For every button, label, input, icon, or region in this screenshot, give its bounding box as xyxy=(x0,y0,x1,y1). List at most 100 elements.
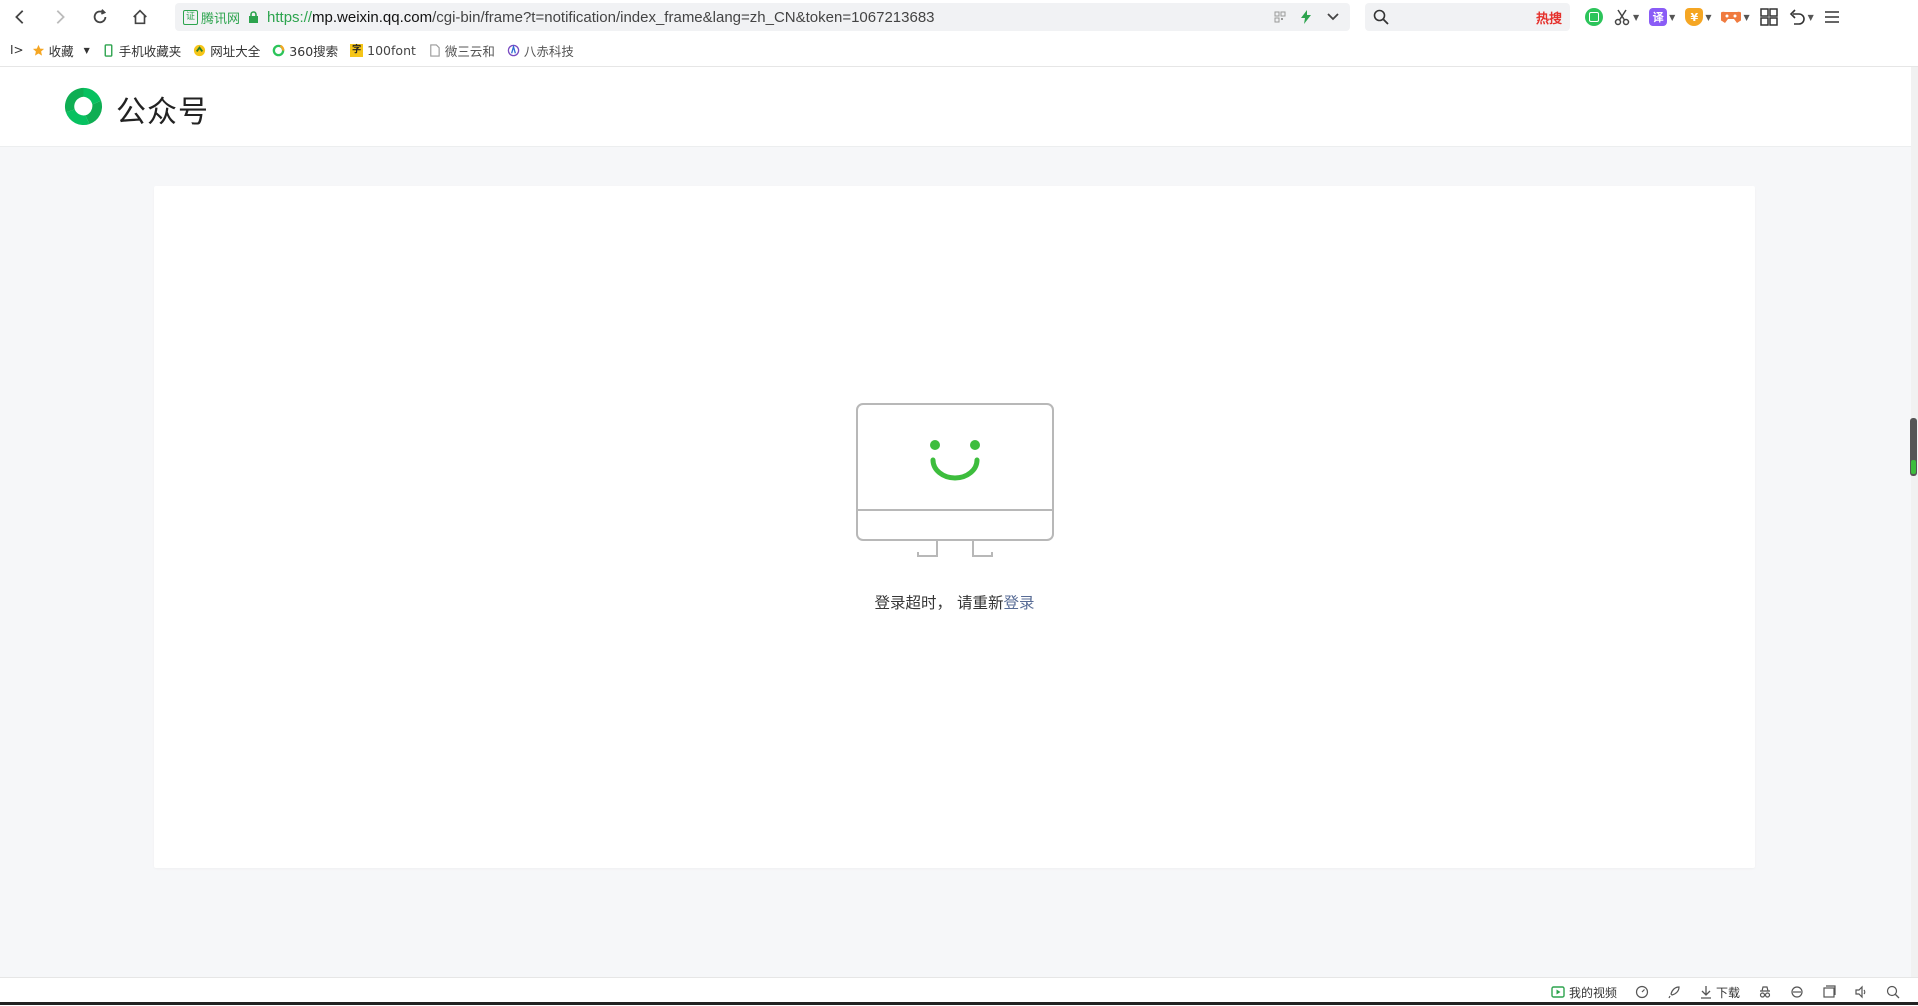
shield-icon: ¥ xyxy=(1685,8,1704,26)
undo-close-button[interactable]: ▼ xyxy=(1788,9,1814,25)
address-bar[interactable]: 证 腾讯网 https://mp.weixin.qq.com/cgi-bin/f… xyxy=(175,3,1350,31)
timeout-text: 登录超时， 请重新 xyxy=(874,594,1004,612)
download-button[interactable]: 下载 xyxy=(1699,984,1740,1001)
url-text: https://mp.weixin.qq.com/cgi-bin/frame?t… xyxy=(267,9,935,26)
back-arrow-icon xyxy=(15,10,24,24)
search-360-icon xyxy=(272,44,285,56)
speaker-icon xyxy=(1855,985,1866,999)
bookmarks-bar: I> 收藏 ▼ 手机收藏夹 网址大全 360搜索 字 100font 微三云和 … xyxy=(0,34,1918,67)
sites-icon xyxy=(194,44,206,56)
bookmark-100font[interactable]: 字 100font xyxy=(350,43,416,58)
ie-mode-button[interactable] xyxy=(1790,985,1804,999)
tech-icon xyxy=(507,43,520,56)
undo-icon xyxy=(1789,9,1805,25)
download-label: 下载 xyxy=(1715,985,1740,1000)
zoom-icon xyxy=(1886,985,1900,999)
bookmark-bachi-tech[interactable]: 八赤科技 xyxy=(507,41,574,60)
forward-button[interactable] xyxy=(40,0,80,34)
url-path: /cgi-bin/frame?t=notification/index_fram… xyxy=(432,8,935,26)
chevron-down-icon[interactable] xyxy=(1326,12,1340,22)
bookmark-label: 收藏 xyxy=(48,43,74,59)
hot-search-label[interactable]: 热搜 xyxy=(1536,8,1562,27)
lock-icon xyxy=(249,10,259,23)
bookmark-label: 网址大全 xyxy=(210,43,261,59)
game-controller-icon xyxy=(1721,11,1742,23)
incognito-button[interactable] xyxy=(1758,985,1772,999)
bookmark-weisanyun[interactable]: 微三云和 xyxy=(428,41,495,60)
chevron-down-icon: ▼ xyxy=(1633,12,1640,22)
chevron-down-icon: ▼ xyxy=(1669,12,1676,22)
notification-card: 登录超时， 请重新登录 xyxy=(154,186,1755,868)
chevron-down-icon: ▼ xyxy=(1705,12,1712,22)
lightning-icon[interactable] xyxy=(1300,10,1312,24)
font-icon: 字 xyxy=(350,43,364,57)
scrollbar-marker xyxy=(1911,460,1916,474)
speed-icon xyxy=(1635,985,1649,999)
download-icon xyxy=(1700,986,1711,999)
zoom-button[interactable] xyxy=(1886,985,1900,999)
certificate-label: 腾讯网 xyxy=(201,11,241,27)
my-videos-button[interactable]: 我的视频 xyxy=(1551,984,1617,1001)
window-button[interactable] xyxy=(1822,985,1836,999)
my-videos-label: 我的视频 xyxy=(1568,985,1617,1000)
chevron-down-icon: ▼ xyxy=(1807,12,1814,22)
bookmark-favorites[interactable]: 收藏 ▼ xyxy=(32,41,90,60)
brand-title: 公众号 xyxy=(116,95,209,130)
refresh-status-button[interactable] xyxy=(1635,985,1649,999)
window-icon xyxy=(1823,985,1836,998)
search-icon xyxy=(1373,9,1389,25)
url-host: mp.weixin.qq.com xyxy=(312,8,433,26)
green-app-icon xyxy=(1585,8,1603,26)
scissors-icon xyxy=(1614,9,1630,26)
bookmark-label: 360搜索 xyxy=(289,43,339,59)
sound-button[interactable] xyxy=(1854,985,1868,999)
bookmark-sites[interactable]: 网址大全 xyxy=(193,41,260,60)
bookmark-label: 100font xyxy=(367,42,416,58)
chevron-down-icon: ▼ xyxy=(83,45,90,55)
main-menu-button[interactable] xyxy=(1824,10,1840,24)
home-icon xyxy=(133,9,147,25)
menu-icon xyxy=(1824,11,1839,23)
bookmark-mobile[interactable]: 手机收藏夹 xyxy=(102,41,182,60)
grid-icon xyxy=(1759,8,1778,26)
translate-button[interactable]: 译 ▼ xyxy=(1649,8,1675,26)
browser-toolbar: 证 腾讯网 https://mp.weixin.qq.com/cgi-bin/f… xyxy=(0,0,1918,34)
bookmark-label: 八赤科技 xyxy=(523,43,574,59)
accelerate-button[interactable] xyxy=(1667,985,1681,999)
page-header: 公众号 xyxy=(0,67,1911,147)
scrollbar-track[interactable] xyxy=(1911,67,1918,977)
bookmark-360-search[interactable]: 360搜索 xyxy=(272,41,338,60)
video-play-icon xyxy=(1551,986,1565,998)
search-box[interactable]: 热搜 xyxy=(1365,3,1570,31)
screenshot-button[interactable]: ▼ xyxy=(1613,8,1639,26)
forward-arrow-icon xyxy=(56,10,65,24)
rocket-icon xyxy=(1668,986,1680,999)
monitor-smile-illustration xyxy=(856,403,1054,557)
incognito-icon xyxy=(1759,986,1771,998)
relogin-link[interactable]: 登录 xyxy=(1003,594,1034,612)
reload-button[interactable] xyxy=(80,0,120,34)
bookmark-label: 微三云和 xyxy=(444,43,495,59)
reload-icon xyxy=(93,9,107,24)
sidebar-toggle[interactable]: I> xyxy=(10,43,24,57)
bookmark-label: 手机收藏夹 xyxy=(118,43,182,59)
login-timeout-message: 登录超时， 请重新登录 xyxy=(154,591,1755,613)
green-app-button[interactable] xyxy=(1585,8,1603,26)
star-icon xyxy=(32,44,44,56)
page-icon xyxy=(430,43,440,57)
game-button[interactable]: ▼ xyxy=(1721,9,1750,25)
qr-code-icon[interactable] xyxy=(1274,11,1286,23)
back-button[interactable] xyxy=(0,0,40,34)
toolbar-extensions: ▼ 译 ▼ ¥ ▼ ▼ ▼ xyxy=(1585,0,1840,34)
certificate-badge[interactable]: 证 腾讯网 xyxy=(183,8,240,27)
url-protocol: https:// xyxy=(267,8,313,26)
shield-button[interactable]: ¥ ▼ xyxy=(1685,8,1711,26)
apps-grid-button[interactable] xyxy=(1759,8,1778,26)
home-button[interactable] xyxy=(120,0,160,34)
phone-icon xyxy=(104,43,113,57)
translate-icon: 译 xyxy=(1649,8,1668,26)
certificate-icon: 证 xyxy=(183,9,198,25)
wechat-official-account-logo[interactable] xyxy=(62,85,105,128)
chevron-down-icon: ▼ xyxy=(1743,12,1750,22)
ie-icon xyxy=(1791,986,1803,998)
